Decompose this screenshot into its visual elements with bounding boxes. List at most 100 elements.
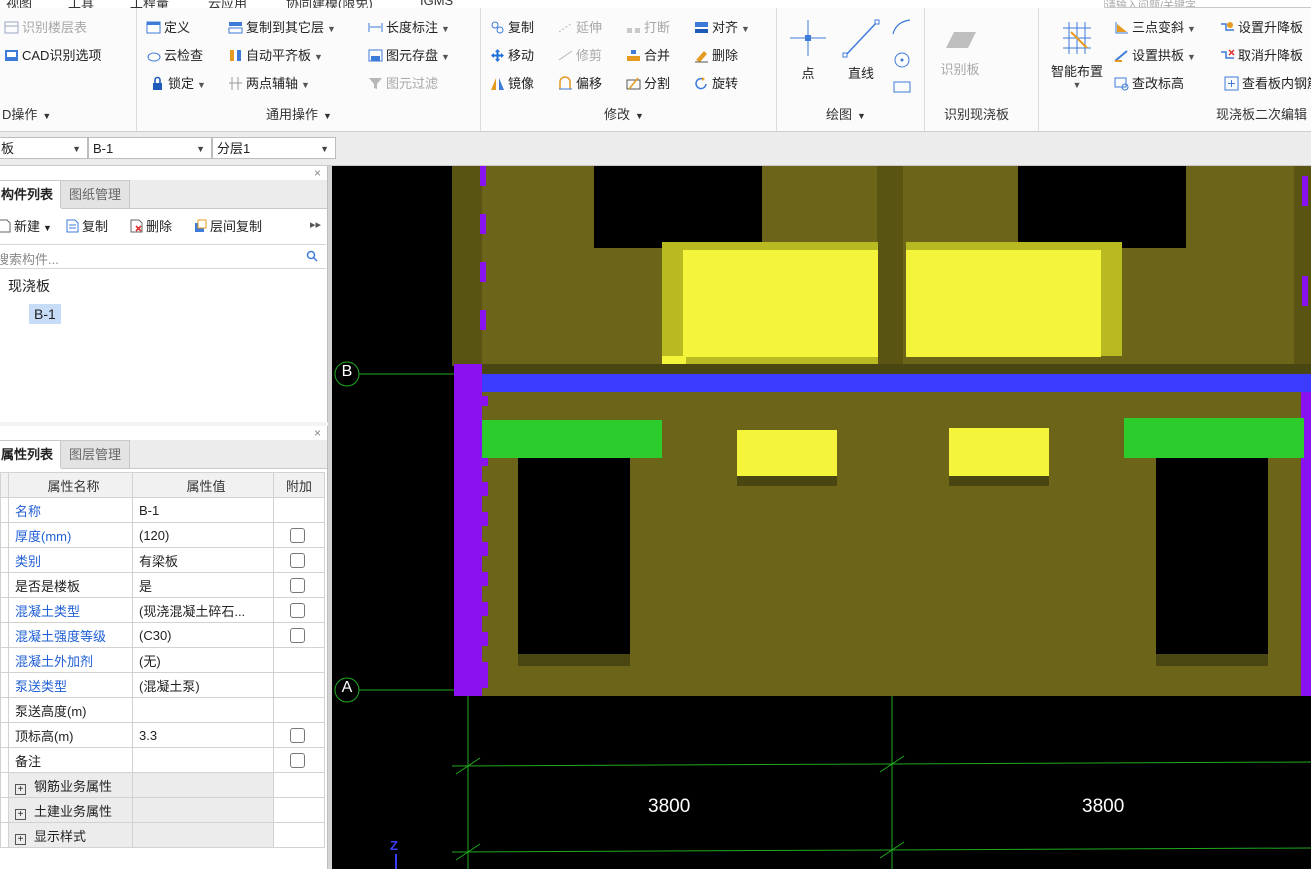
- menu-quantity[interactable]: 工程量: [130, 0, 169, 8]
- menu-cloud[interactable]: 云应用: [208, 0, 247, 8]
- menu-tools[interactable]: 工具: [68, 0, 94, 8]
- identify-slab-button[interactable]: 识别板: [930, 22, 990, 78]
- define-button[interactable]: 定义: [146, 17, 190, 39]
- copy-to-other-layer-button[interactable]: 复制到其它层 ▼: [228, 17, 336, 39]
- length-mark-button[interactable]: 长度标注 ▼: [368, 17, 450, 39]
- cloud-check-button[interactable]: 云检查: [146, 45, 203, 67]
- property-value[interactable]: [132, 747, 274, 773]
- menu-collab[interactable]: 协同建模(限免): [286, 0, 373, 8]
- property-value[interactable]: 是: [132, 572, 274, 598]
- two-point-axis-button[interactable]: 两点辅轴 ▼: [228, 73, 310, 95]
- modify-group-label[interactable]: 修改 ▼: [604, 104, 644, 123]
- tab-layer-management[interactable]: 图层管理: [60, 440, 131, 468]
- line-button[interactable]: 直线: [838, 16, 884, 82]
- new-component-button[interactable]: 新建 ▼: [0, 216, 52, 235]
- copy-button[interactable]: 复制: [490, 17, 534, 39]
- property-row[interactable]: 混凝土强度等级 (C30): [0, 622, 325, 648]
- extra-checkbox[interactable]: [290, 752, 305, 768]
- cad-options-button[interactable]: CAD识别选项: [4, 45, 101, 67]
- tree-item-b1[interactable]: B-1: [29, 304, 61, 324]
- help-search-input[interactable]: 请输入问题/关键字: [1104, 0, 1311, 8]
- element-filter-button[interactable]: 图元过滤: [368, 73, 438, 95]
- extra-checkbox[interactable]: [290, 602, 305, 618]
- expand-icon[interactable]: +: [15, 808, 26, 820]
- identify-layer-table-button[interactable]: 识别楼层表: [4, 17, 87, 39]
- merge-button[interactable]: 合并: [626, 45, 670, 67]
- search-icon: [306, 250, 318, 262]
- extra-checkbox[interactable]: [290, 527, 305, 543]
- delete-button[interactable]: 删除: [694, 45, 738, 67]
- property-group-row[interactable]: + 钢筋业务属性: [0, 772, 325, 798]
- rotate-button[interactable]: 旋转: [694, 73, 738, 95]
- layer-copy-button[interactable]: 层间复制: [194, 216, 262, 235]
- view-slab-rebar-button[interactable]: 查看板内钢筋: [1224, 73, 1311, 95]
- property-row[interactable]: 是否是楼板是: [0, 572, 325, 598]
- extra-checkbox[interactable]: [290, 727, 305, 743]
- draw-shapes-icons[interactable]: [890, 16, 914, 96]
- extend-button[interactable]: 延伸: [558, 17, 602, 39]
- component-select[interactable]: B-1 ▼: [88, 137, 212, 159]
- close-icon[interactable]: ×: [314, 426, 321, 440]
- property-value[interactable]: 有梁板: [132, 547, 274, 573]
- close-icon[interactable]: ×: [314, 166, 321, 180]
- property-value[interactable]: (混凝土泵): [132, 672, 274, 698]
- cad-group-label[interactable]: D操作 ▼: [2, 104, 51, 123]
- property-group-row[interactable]: + 土建业务属性: [0, 797, 325, 823]
- expand-icon[interactable]: +: [15, 833, 26, 845]
- save-element-button[interactable]: 图元存盘 ▼: [368, 45, 450, 67]
- copy-component-button[interactable]: 复制: [66, 216, 108, 235]
- extra-checkbox[interactable]: [290, 627, 305, 643]
- extra-checkbox[interactable]: [290, 552, 305, 568]
- component-search-input[interactable]: 搜索构件...: [0, 244, 326, 269]
- property-row[interactable]: 混凝土外加剂 (无): [0, 647, 325, 673]
- tab-component-list[interactable]: 构件列表: [0, 180, 63, 209]
- delete-component-button[interactable]: 删除: [130, 216, 172, 235]
- more-tools-icon[interactable]: ▸▸: [310, 218, 321, 231]
- set-arch-slab-button[interactable]: 设置拱板 ▼: [1114, 45, 1196, 67]
- menu-igms[interactable]: IGMS: [420, 0, 453, 8]
- modify-elevation-button[interactable]: 查改标高: [1114, 73, 1184, 95]
- tab-drawing-management[interactable]: 图纸管理: [60, 180, 131, 208]
- three-point-slope-button[interactable]: 三点变斜 ▼: [1114, 17, 1196, 39]
- property-row[interactable]: 厚度(mm) (120): [0, 522, 325, 548]
- tree-category-cast-slab[interactable]: 现浇板: [8, 276, 50, 296]
- property-value[interactable]: (现浇混凝土碎石...: [132, 597, 274, 623]
- split-button[interactable]: 分割: [626, 73, 670, 95]
- lock-button[interactable]: 锁定 ▼: [150, 73, 206, 95]
- offset-button[interactable]: 偏移: [558, 73, 602, 95]
- expand-icon[interactable]: +: [15, 783, 26, 795]
- property-value[interactable]: (C30): [132, 622, 274, 648]
- property-value[interactable]: [132, 697, 274, 723]
- align-button[interactable]: 对齐 ▼: [694, 17, 750, 39]
- trim-button[interactable]: 修剪: [558, 45, 602, 67]
- point-button[interactable]: 点: [786, 16, 830, 82]
- break-button[interactable]: 打断: [626, 17, 670, 39]
- drawing-canvas[interactable]: B A 3800 3800 Z: [332, 166, 1311, 869]
- cancel-raise-slab-button[interactable]: 取消升降板: [1220, 45, 1303, 67]
- property-value[interactable]: 3.3: [132, 722, 274, 748]
- set-raise-slab-button[interactable]: 设置升降板: [1220, 17, 1303, 39]
- menu-view[interactable]: 视图: [6, 0, 32, 8]
- property-row[interactable]: 泵送类型 (混凝土泵): [0, 672, 325, 698]
- property-row[interactable]: 备注: [0, 747, 325, 773]
- auto-align-slab-button[interactable]: 自动平齐板 ▼: [228, 45, 323, 67]
- general-group-label[interactable]: 通用操作 ▼: [266, 104, 332, 123]
- property-row[interactable]: 顶标高(m) 3.3: [0, 722, 325, 748]
- property-row[interactable]: 泵送高度(m): [0, 697, 325, 723]
- move-button[interactable]: 移动: [490, 45, 534, 67]
- property-row[interactable]: 类别 有梁板: [0, 547, 325, 573]
- property-row[interactable]: 名称 B-1: [0, 497, 325, 523]
- mirror-button[interactable]: 镜像: [490, 73, 534, 95]
- property-value[interactable]: (120): [132, 522, 274, 548]
- element-type-select[interactable]: 板 ▼: [0, 137, 88, 159]
- property-row[interactable]: 混凝土类型 (现浇混凝土碎石...: [0, 597, 325, 623]
- property-value[interactable]: (无): [132, 647, 274, 673]
- tab-property-list[interactable]: 属性列表: [0, 440, 63, 469]
- smart-layout-button[interactable]: 智能布置 ▼: [1044, 18, 1110, 90]
- extra-checkbox[interactable]: [290, 577, 305, 593]
- sublayer-select[interactable]: 分层1 ▼: [212, 137, 336, 159]
- slab-edit-group-label: 现浇板二次编辑: [1216, 107, 1308, 122]
- property-value[interactable]: B-1: [132, 497, 274, 523]
- property-group-row[interactable]: + 显示样式: [0, 822, 325, 848]
- draw-group-label[interactable]: 绘图 ▼: [826, 104, 866, 123]
